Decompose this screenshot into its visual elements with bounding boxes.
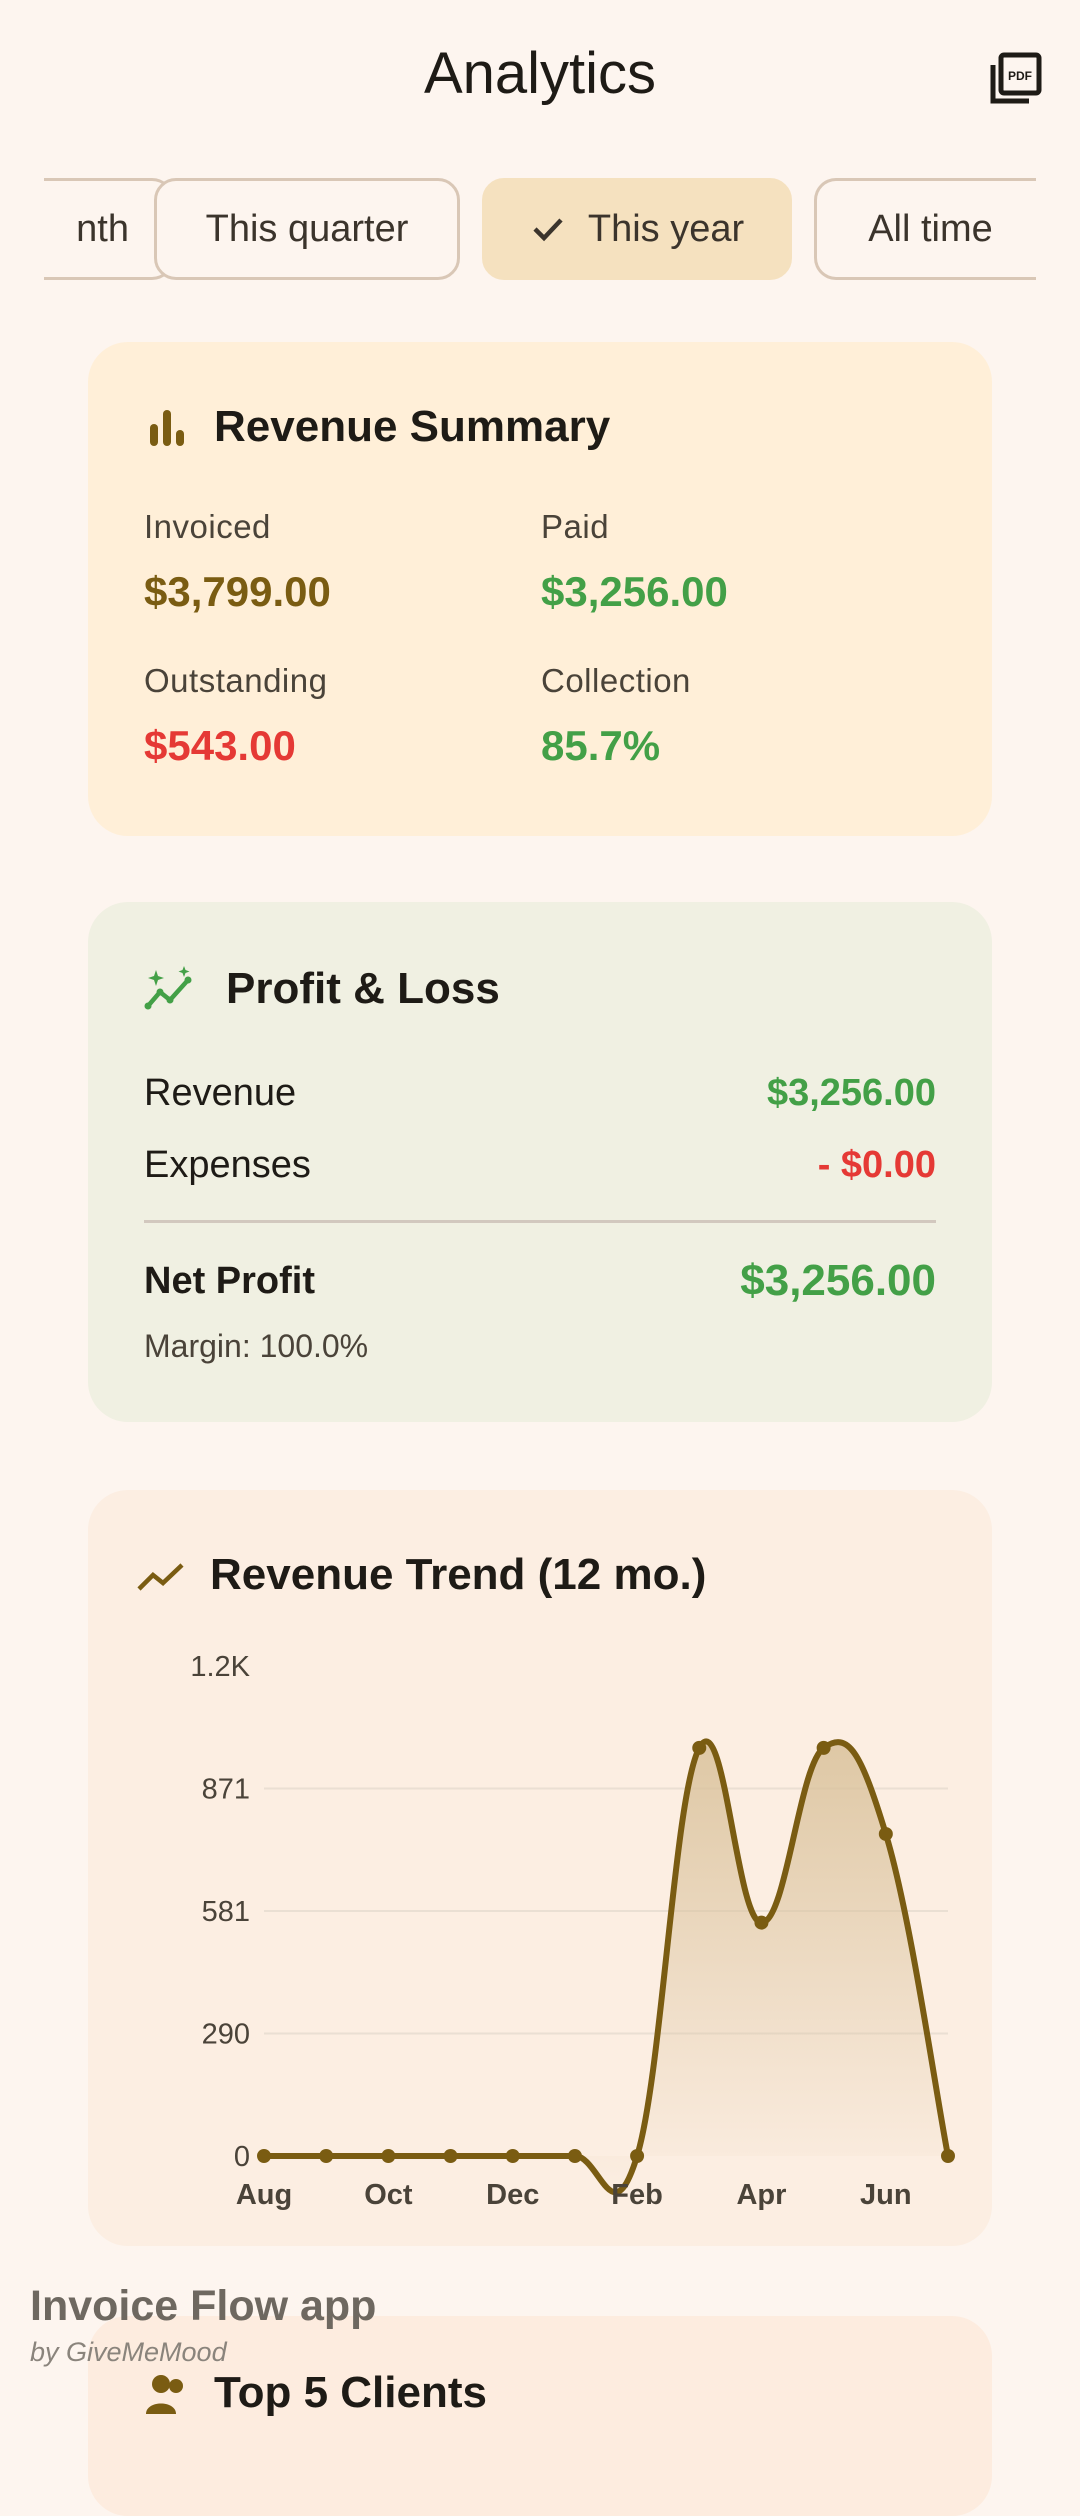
chip-label: All time xyxy=(868,207,993,250)
people-icon xyxy=(146,2375,183,2414)
chip-this-quarter[interactable]: This quarter xyxy=(154,178,460,280)
svg-text:PDF: PDF xyxy=(1008,69,1032,83)
net-profit-value: $3,256.00 xyxy=(740,1256,936,1305)
net-profit-label: Net Profit xyxy=(144,1259,315,1302)
chip-label: This year xyxy=(587,207,745,250)
data-point[interactable] xyxy=(754,1915,769,1930)
data-point[interactable] xyxy=(692,1740,707,1755)
card-header: Profit & Loss xyxy=(144,964,500,1014)
pdf-export-icon: PDF xyxy=(990,52,1042,104)
pdf-export-button[interactable]: PDF xyxy=(980,44,1050,114)
x-tick-label: Oct xyxy=(364,2179,413,2211)
chip-this-year[interactable]: This year xyxy=(482,178,792,280)
margin-text: Margin: 100.0% xyxy=(144,1328,369,1364)
y-tick-label: 871 xyxy=(202,1774,250,1806)
watermark: Invoice Flow app by GiveMeMood xyxy=(30,2282,376,2368)
revenue-trend-card: Revenue Trend (12 mo.) 0 290 581 871 1.2K Aug… xyxy=(88,1490,992,2246)
bar-chart-icon xyxy=(150,410,184,446)
data-point[interactable] xyxy=(257,2149,271,2163)
expenses-value: - $0.00 xyxy=(817,1144,936,1186)
card-title: Revenue Summary xyxy=(214,402,611,451)
data-point[interactable] xyxy=(443,2149,458,2163)
page-title: Analytics xyxy=(423,41,657,106)
chip-label: nth xyxy=(76,207,129,250)
chip-all-time[interactable]: All time xyxy=(814,178,1036,280)
series-area xyxy=(264,1741,948,2193)
invoiced-label: Invoiced xyxy=(144,508,271,545)
watermark-title: Invoice Flow app xyxy=(30,2282,377,2330)
revenue-row: Revenue $3,256.00 xyxy=(144,1072,936,1115)
data-point[interactable] xyxy=(630,2149,645,2163)
collection-value: 85.7% xyxy=(541,722,661,769)
sparkle-trend-icon xyxy=(144,966,192,1010)
y-tick-label: 290 xyxy=(202,2019,250,2051)
period-filter-chips: nth This quarter This year All time xyxy=(44,178,1036,284)
x-tick-label: Feb xyxy=(611,2179,663,2211)
x-tick-label: Dec xyxy=(486,2179,539,2211)
x-tick-label: Jun xyxy=(860,2179,912,2211)
card-header: Top 5 Clients xyxy=(144,2368,487,2418)
profit-loss-card: Profit & Loss Revenue $3,256.00 Expenses… xyxy=(88,902,992,1422)
data-point[interactable] xyxy=(567,2149,582,2163)
card-title: Top 5 Clients xyxy=(214,2368,487,2417)
data-point[interactable] xyxy=(381,2149,396,2163)
data-point[interactable] xyxy=(878,1826,893,1841)
y-tick-label: 1.2K xyxy=(190,1651,250,1683)
invoiced-value: $3,799.00 xyxy=(144,568,331,615)
divider xyxy=(144,1220,936,1223)
chip-label: This quarter xyxy=(205,207,409,250)
outstanding-value: $543.00 xyxy=(144,722,296,769)
card-header: Revenue Summary xyxy=(144,402,610,452)
revenue-value: $3,256.00 xyxy=(766,1072,936,1114)
revenue-summary-card: Revenue Summary Invoiced $3,799.00 Paid … xyxy=(88,342,992,836)
data-point[interactable] xyxy=(941,2149,955,2163)
paid-value: $3,256.00 xyxy=(541,568,728,615)
expenses-row: Expenses - $0.00 xyxy=(144,1144,936,1187)
watermark-subtitle: by GiveMeMood xyxy=(30,2337,227,2367)
data-point[interactable] xyxy=(816,1740,831,1755)
outstanding-label: Outstanding xyxy=(144,662,328,699)
y-tick-label: 0 xyxy=(234,2141,250,2173)
y-tick-label: 581 xyxy=(202,1896,250,1928)
data-point[interactable] xyxy=(505,2149,520,2163)
net-profit-row: Net Profit $3,256.00 xyxy=(144,1256,936,1306)
revenue-label: Revenue xyxy=(144,1072,297,1114)
data-point[interactable] xyxy=(319,2149,334,2163)
check-icon xyxy=(530,211,566,247)
x-tick-label: Apr xyxy=(736,2179,786,2211)
paid-label: Paid xyxy=(541,508,610,545)
app-bar: Analytics PDF xyxy=(0,0,1080,150)
card-title: Profit & Loss xyxy=(226,964,500,1013)
x-tick-label: Aug xyxy=(236,2179,292,2211)
expenses-label: Expenses xyxy=(144,1144,311,1186)
collection-label: Collection xyxy=(541,662,691,699)
revenue-trend-chart: 0 290 581 871 1.2K Aug Oct Dec Feb Apr Jun xyxy=(190,1651,955,2211)
